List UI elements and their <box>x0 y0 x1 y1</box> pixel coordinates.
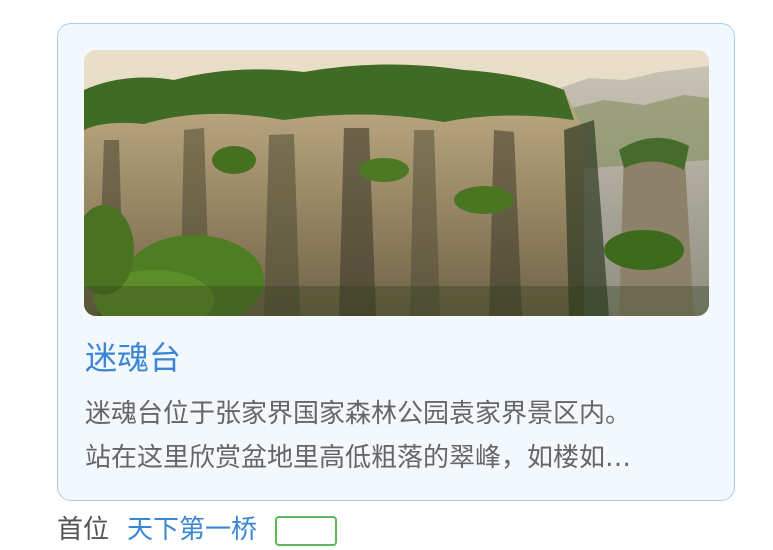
next-item-row: 首位 天下第一桥 <box>57 510 338 550</box>
attraction-photo[interactable] <box>84 50 709 316</box>
description-line-2: 站在这里欣赏盆地里高低粗落的翠峰，如楼如… <box>85 443 632 473</box>
next-item-prefix: 首位 <box>57 515 110 545</box>
attraction-card[interactable]: 迷魂台 迷魂台位于张家界国家森林公园袁家界景区内。 站在这里欣赏盆地里高低粗落的… <box>57 23 735 501</box>
tag-badge <box>275 515 338 546</box>
next-item-link[interactable]: 天下第一桥 <box>127 515 257 545</box>
attraction-title[interactable]: 迷魂台 <box>85 338 181 378</box>
attraction-description: 迷魂台位于张家界国家森林公园袁家界景区内。 站在这里欣赏盆地里高低粗落的翠峰，如… <box>85 392 709 480</box>
description-line-1: 迷魂台位于张家界国家森林公园袁家界景区内。 <box>85 399 632 429</box>
